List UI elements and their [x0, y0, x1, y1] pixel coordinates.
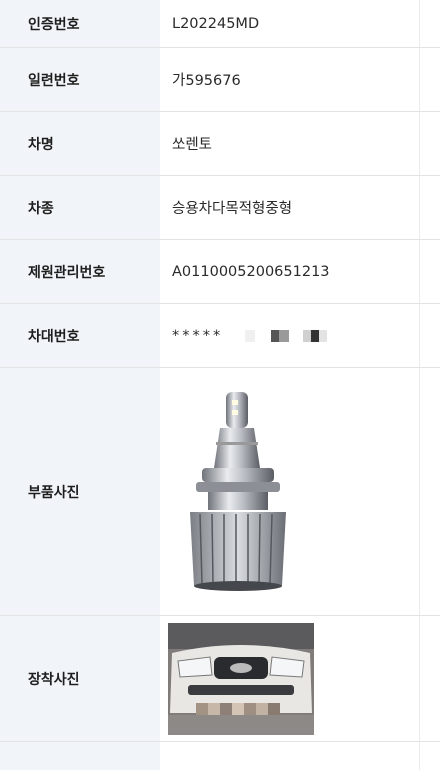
row-cert-number: 인증번호 L202245MD — [0, 0, 440, 48]
row-part-photo: 부품사진 — [0, 368, 440, 616]
led-headlight-bulb-image — [190, 391, 286, 591]
certification-table: 인증번호 L202245MD 일련번호 가595676 차명 쏘렌토 차종 승용… — [0, 0, 440, 770]
row-serial-number: 일련번호 가595676 — [0, 48, 440, 112]
label-install-photo: 장착사진 — [0, 616, 160, 741]
label-car-type: 차종 — [0, 176, 160, 239]
value-cert-number: L202245MD — [160, 0, 420, 47]
label-vin: 차대번호 — [0, 304, 160, 367]
pixelated-block — [303, 329, 312, 342]
value-car-type: 승용차다목적형중형 — [160, 176, 420, 239]
label-part-photo: 부품사진 — [0, 368, 160, 615]
row-install-photo: 장착사진 — [0, 616, 440, 742]
vin-stars: ***** — [172, 327, 224, 344]
pixelated-block — [279, 329, 290, 342]
pixelated-block — [271, 329, 280, 342]
value-install-photo — [160, 616, 420, 741]
value-vin: ***** — [160, 304, 420, 367]
car-front-image — [168, 622, 314, 735]
pixelated-block — [319, 329, 328, 342]
label-cert-number: 인증번호 — [0, 0, 160, 47]
value-spec-number: A011000520065121​3 — [160, 240, 420, 303]
label-serial-number: 일련번호 — [0, 48, 160, 111]
row-car-type: 차종 승용차다목적형중형 — [0, 176, 440, 240]
row-trailing — [0, 742, 440, 770]
value-serial-number: 가595676 — [160, 48, 420, 111]
pixelated-block — [311, 329, 320, 342]
label-trailing — [0, 742, 160, 770]
value-trailing — [160, 742, 420, 770]
value-part-photo — [160, 368, 420, 615]
label-spec-number: 제원관리번호 — [0, 240, 160, 303]
row-vin: 차대번호 ***** — [0, 304, 440, 368]
row-spec-number: 제원관리번호 A011000520065121​3 — [0, 240, 440, 304]
row-car-name: 차명 쏘렌토 — [0, 112, 440, 176]
value-car-name: 쏘렌토 — [160, 112, 420, 175]
pixelated-block — [245, 329, 256, 342]
vin-masked: ***** — [172, 327, 328, 344]
label-car-name: 차명 — [0, 112, 160, 175]
